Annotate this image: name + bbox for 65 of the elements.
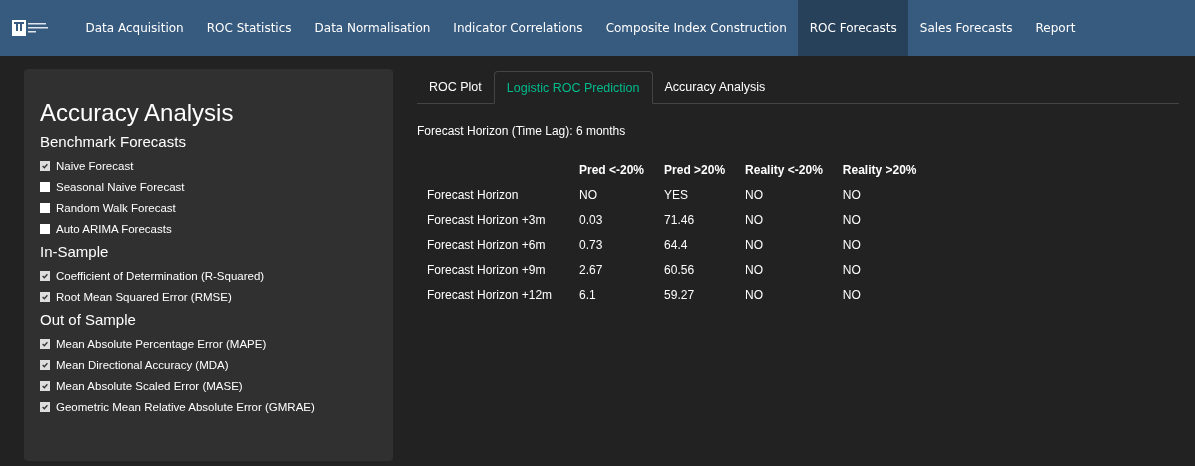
table-cell: NO [745,207,843,232]
table-cell: NO [745,282,843,307]
table-cell: 0.73 [579,232,665,257]
table-cell-text: NO [842,286,862,304]
checkbox-label[interactable]: Root Mean Squared Error (RMSE) [56,290,232,303]
table-cell: Forecast Horizon +12m [417,282,579,307]
checkbox[interactable] [40,202,50,213]
checkbox-label[interactable]: Auto ARIMA Forecasts [56,222,172,235]
table-cell: NO [745,232,843,257]
checkbox-label[interactable]: Naive Forecast [56,159,134,172]
checkbox-label[interactable]: Mean Absolute Percentage Error (MAPE) [56,337,267,350]
table-cell-text: NO [842,211,862,229]
nav-tab[interactable]: ROC Statistics [195,0,304,56]
table-cell: Forecast Horizon +9m [417,257,579,282]
horizon-text: Forecast Horizon (Time Lag): 6 months [417,124,627,138]
checkbox[interactable] [40,359,50,370]
nav-tab[interactable]: Sales Forecasts [908,0,1025,56]
checkbox-label[interactable]: Coefficient of Determination (R-Squared) [56,269,265,282]
table-cell: 64.4 [664,232,746,257]
table-cell-text: NO [842,236,862,254]
table-cell: 2.67 [579,257,665,282]
nav-tab[interactable]: Composite Index Construction [594,0,799,56]
table-cell: 0.03 [579,207,665,232]
nav-tab[interactable]: ROC Forecasts [798,0,909,56]
checkbox[interactable] [40,338,50,349]
checkbox[interactable] [40,291,50,302]
table-cell: 59.27 [664,282,746,307]
table-cell-text: NO [842,261,862,279]
checkbox-label[interactable]: Mean Directional Accuracy (MDA) [56,358,229,371]
tab[interactable]: Logistic ROC Prediction [493,71,653,104]
table-cell: NO [745,182,843,207]
sidebar-title: Accuracy Analysis [40,99,235,127]
table-cell: YES [664,182,746,207]
checkbox[interactable] [40,223,50,234]
table-cell: Forecast Horizon [417,182,579,207]
group-heading: In-Sample [40,243,110,260]
table-cell: 71.46 [664,207,746,232]
nav-tab[interactable]: Indicator Correlations [441,0,595,56]
table-cell: 6.1 [579,282,665,307]
checkbox-label[interactable]: Mean Absolute Scaled Error (MASE) [56,379,243,392]
column-header: Pred >20% [664,158,746,182]
checkbox-label[interactable]: Geometric Mean Relative Absolute Error (GMRAE) [56,400,315,413]
column-header: Reality >20% [842,162,918,179]
tab[interactable]: Accuracy Analysis [652,71,778,103]
nav-tab[interactable]: Data Acquisition [74,0,196,56]
checkbox[interactable] [40,181,50,192]
table-cell: Forecast Horizon +3m [417,207,579,232]
column-header: Reality <-20% [745,158,843,182]
checkbox-label[interactable]: Seasonal Naive Forecast [56,180,185,193]
nav-tab[interactable]: Data Normalisation [303,0,442,56]
nav-tab[interactable]: Report [1024,0,1087,56]
group-heading: Out of Sample [40,311,137,328]
table-cell: Forecast Horizon +6m [417,232,579,257]
checkbox[interactable] [40,401,50,412]
table-cell: NO [579,182,665,207]
group-heading: Benchmark Forecasts [40,133,187,150]
table-cell: 60.56 [664,257,746,282]
checkbox[interactable] [40,270,50,281]
checkbox-label[interactable]: Random Walk Forecast [56,201,176,214]
column-header: Pred <-20% [579,158,665,182]
tab[interactable]: ROC Plot [417,71,494,103]
checkbox[interactable] [40,380,50,391]
table-cell-text: NO [842,186,862,204]
table-cell: NO [745,257,843,282]
checkbox[interactable] [40,160,50,171]
